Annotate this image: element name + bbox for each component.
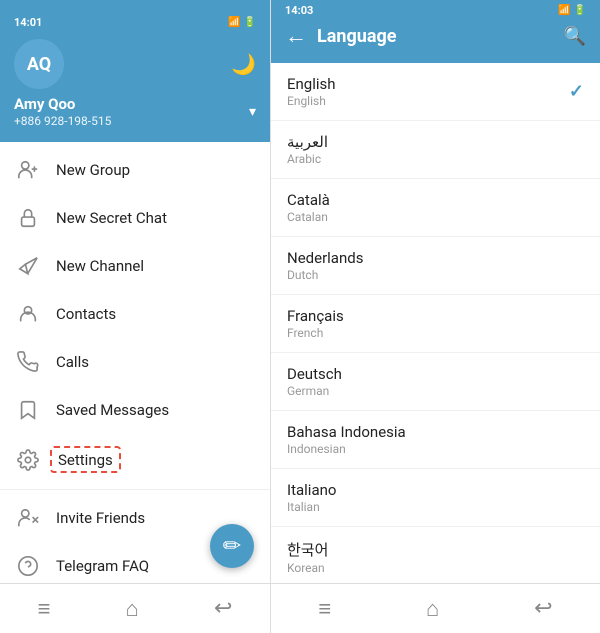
language-search-icon[interactable]: 🔍: [564, 26, 586, 47]
new-group-label: New Group: [56, 161, 130, 179]
settings-icon: [16, 448, 40, 472]
lang-native-korean: Korean: [287, 561, 328, 575]
faq-icon: [16, 554, 40, 578]
lang-native-italian: Italian: [287, 500, 336, 514]
moon-icon[interactable]: 🌙: [231, 52, 256, 76]
left-status-icons: 📶 🔋: [228, 17, 256, 28]
lang-name-german: Deutsch: [287, 365, 342, 383]
right-nav-menu-icon[interactable]: ≡: [318, 596, 331, 622]
left-nav-back-icon[interactable]: ↩: [214, 596, 232, 621]
menu-list: New Group New Secret Chat New Channel: [0, 142, 270, 583]
menu-item-calls[interactable]: Calls: [0, 338, 270, 386]
right-header: 14:03 📶 🔋 ← Language 🔍: [271, 0, 600, 63]
left-time: 14:01: [14, 16, 42, 29]
language-item-dutch[interactable]: Nederlands Dutch: [271, 237, 600, 295]
checkmark-english: ✓: [569, 81, 584, 102]
new-secret-chat-label: New Secret Chat: [56, 209, 167, 227]
lang-name-korean: 한국어: [287, 539, 328, 560]
dropdown-arrow-icon[interactable]: ▾: [249, 104, 256, 120]
right-nav-back-icon[interactable]: ↩: [534, 596, 552, 621]
language-item-catalan[interactable]: Català Catalan: [271, 179, 600, 237]
right-signal-icon: 📶: [558, 5, 570, 16]
new-channel-icon: [16, 254, 40, 278]
lang-native-english: English: [287, 94, 336, 108]
lang-name-indonesian: Bahasa Indonesia: [287, 423, 406, 441]
left-panel: 14:01 📶 🔋 AQ 🌙 Amy Qoo +886 928-198-515 …: [0, 0, 270, 633]
left-wifi-icon: 🔋: [244, 17, 256, 28]
right-bottom-nav: ≡ ⌂ ↩: [271, 583, 600, 633]
contacts-icon: [16, 302, 40, 326]
language-header-row: ← Language 🔍: [285, 23, 586, 63]
language-item-german[interactable]: Deutsch German: [271, 353, 600, 411]
user-info: Amy Qoo +886 928-198-515 ▾: [14, 95, 256, 128]
avatar[interactable]: AQ: [14, 39, 64, 89]
lang-name-dutch: Nederlands: [287, 249, 363, 267]
right-panel: 14:03 📶 🔋 ← Language 🔍 English English ✓…: [270, 0, 600, 633]
language-item-arabic[interactable]: العربية Arabic: [271, 121, 600, 179]
lang-native-german: German: [287, 384, 342, 398]
language-title: Language: [317, 26, 564, 47]
settings-label: Settings: [58, 451, 113, 469]
lang-native-indonesian: Indonesian: [287, 442, 406, 456]
new-group-icon: [16, 158, 40, 182]
right-status-icons: 📶 🔋: [558, 5, 586, 16]
menu-item-saved-messages[interactable]: Saved Messages: [0, 386, 270, 434]
right-nav-home-icon[interactable]: ⌂: [426, 596, 439, 622]
language-list: English English ✓ العربية Arabic Català …: [271, 63, 600, 583]
contacts-label: Contacts: [56, 305, 116, 323]
calls-icon: [16, 350, 40, 374]
saved-messages-icon: [16, 398, 40, 422]
saved-messages-label: Saved Messages: [56, 401, 169, 419]
invite-friends-label: Invite Friends: [56, 509, 145, 527]
lang-native-french: French: [287, 326, 344, 340]
left-bottom-nav: ≡ ⌂ ↩: [0, 583, 270, 633]
user-name: Amy Qoo: [14, 95, 111, 113]
language-item-indonesian[interactable]: Bahasa Indonesia Indonesian: [271, 411, 600, 469]
menu-item-settings[interactable]: Settings: [0, 434, 270, 485]
left-nav-menu-icon[interactable]: ≡: [38, 596, 51, 622]
calls-label: Calls: [56, 353, 89, 371]
right-battery-icon: 🔋: [574, 5, 586, 16]
settings-dashed-highlight: Settings: [50, 446, 121, 473]
left-signal-icon: 📶: [228, 17, 240, 28]
menu-item-new-channel[interactable]: New Channel: [0, 242, 270, 290]
language-item-english[interactable]: English English ✓: [271, 63, 600, 121]
user-phone: +886 928-198-515: [14, 114, 111, 128]
right-time: 14:03: [285, 4, 313, 17]
menu-item-new-group[interactable]: New Group: [0, 146, 270, 194]
lang-name-arabic: العربية: [287, 133, 328, 151]
language-item-french[interactable]: Français French: [271, 295, 600, 353]
lang-name-italian: Italiano: [287, 481, 336, 499]
invite-friends-icon: [16, 506, 40, 530]
faq-label: Telegram FAQ: [56, 557, 149, 575]
new-channel-label: New Channel: [56, 257, 144, 275]
back-button[interactable]: ←: [285, 23, 307, 49]
lang-native-arabic: Arabic: [287, 152, 328, 166]
language-item-korean[interactable]: 한국어 Korean: [271, 527, 600, 583]
menu-item-new-secret-chat[interactable]: New Secret Chat: [0, 194, 270, 242]
left-nav-home-icon[interactable]: ⌂: [126, 596, 139, 622]
lang-native-catalan: Catalan: [287, 210, 330, 224]
secret-chat-icon: [16, 206, 40, 230]
compose-fab[interactable]: ✏: [210, 524, 254, 568]
lang-name-english: English: [287, 75, 336, 93]
lang-name-french: Français: [287, 307, 344, 325]
language-item-italian[interactable]: Italiano Italian: [271, 469, 600, 527]
right-status-bar: 14:03 📶 🔋: [285, 0, 586, 23]
menu-divider: [0, 489, 270, 490]
lang-native-dutch: Dutch: [287, 268, 363, 282]
left-status-bar: 14:01 📶 🔋: [14, 16, 256, 29]
left-header: 14:01 📶 🔋 AQ 🌙 Amy Qoo +886 928-198-515 …: [0, 0, 270, 142]
menu-item-contacts[interactable]: Contacts: [0, 290, 270, 338]
lang-name-catalan: Català: [287, 191, 330, 209]
